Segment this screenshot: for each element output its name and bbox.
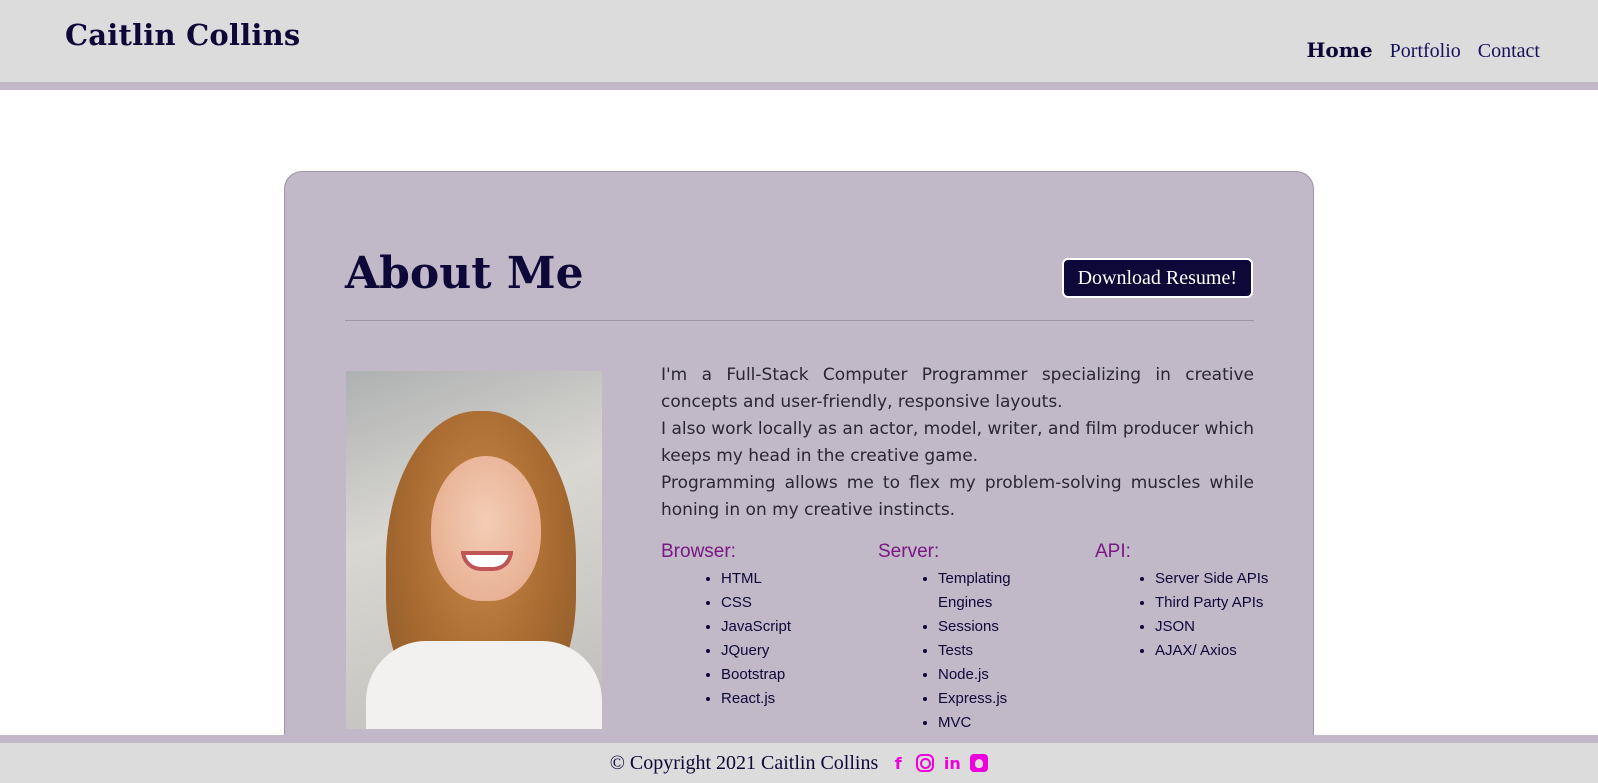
main-nav: Home Portfolio Contact (1307, 38, 1540, 63)
bio-paragraph: I'm a Full-Stack Computer Programmer spe… (661, 365, 1254, 412)
photo-face (431, 456, 541, 601)
site-header: Caitlin Collins Home Portfolio Contact (0, 0, 1598, 90)
bio-text: I'm a Full-Stack Computer Programmer spe… (661, 362, 1254, 524)
site-footer: © Copyright 2021 Caitlin Collins f in (0, 735, 1598, 783)
nav-portfolio[interactable]: Portfolio (1390, 40, 1461, 63)
skills-heading: Server: (878, 541, 940, 562)
skills-server: Server: Templating Engines Sessions Test… (878, 541, 1078, 735)
title-divider (345, 320, 1254, 321)
social-links: f in (888, 753, 989, 773)
profile-photo (346, 371, 602, 729)
skill-item: Sessions (938, 615, 1018, 639)
skills-list: Templating Engines Sessions Tests Node.j… (878, 567, 1078, 735)
skill-item: JavaScript (721, 615, 861, 639)
skills-api: API: Server Side APIs Third Party APIs J… (1095, 541, 1315, 663)
linkedin-icon[interactable]: in (942, 753, 962, 773)
about-title: About Me (345, 248, 584, 299)
skill-item: Templating Engines (938, 567, 1018, 615)
nav-home[interactable]: Home (1307, 38, 1373, 62)
skill-item: MVC (938, 711, 1018, 735)
photo-shirt (366, 641, 602, 729)
skill-item: HTML (721, 567, 861, 591)
skill-item: Third Party APIs (1155, 591, 1315, 615)
skills-list: Server Side APIs Third Party APIs JSON A… (1095, 567, 1315, 663)
skill-item: JQuery (721, 639, 861, 663)
copyright-text: © Copyright 2021 Caitlin Collins (609, 751, 879, 774)
skills-heading: API: (1095, 541, 1131, 562)
skill-item: React.js (721, 687, 861, 711)
nav-contact[interactable]: Contact (1478, 40, 1540, 63)
brand-name[interactable]: Caitlin Collins (65, 18, 300, 52)
skill-item: Tests (938, 639, 1018, 663)
about-card: About Me Download Resume! I'm a Full-Sta… (284, 171, 1314, 783)
facebook-icon[interactable]: f (888, 753, 908, 773)
skill-item: CSS (721, 591, 861, 615)
skills-list: HTML CSS JavaScript JQuery Bootstrap Rea… (661, 567, 861, 711)
instagram-icon[interactable] (916, 754, 935, 772)
bio-paragraph: I also work locally as an actor, model, … (661, 419, 1254, 466)
skill-item: JSON (1155, 615, 1315, 639)
github-icon[interactable] (970, 754, 989, 772)
skill-item: Node.js (938, 663, 1018, 687)
skills-heading: Browser: (661, 541, 736, 562)
bio-paragraph: Programming allows me to flex my problem… (661, 473, 1254, 520)
skills-browser: Browser: HTML CSS JavaScript JQuery Boot… (661, 541, 861, 711)
skill-item: Server Side APIs (1155, 567, 1315, 591)
skill-item: Express.js (938, 687, 1018, 711)
skill-item: AJAX/ Axios (1155, 639, 1315, 663)
skill-item: Bootstrap (721, 663, 861, 687)
download-resume-button[interactable]: Download Resume! (1061, 258, 1253, 298)
